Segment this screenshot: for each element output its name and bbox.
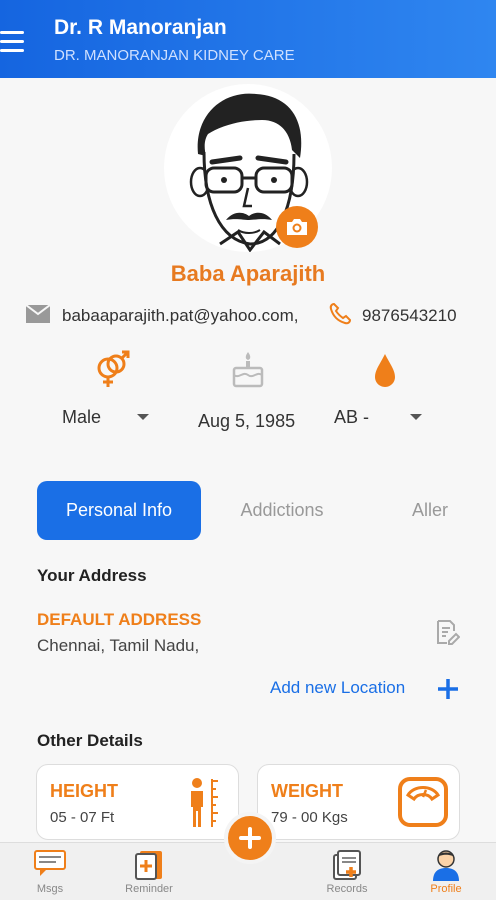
phone-row: 9876543210 — [328, 302, 457, 331]
clinic-name: DR. MANORANJAN KIDNEY CARE — [54, 47, 295, 64]
add-new-location-link[interactable]: Add new Location — [270, 678, 405, 698]
app-header: Dr. R Manoranjan DR. MANORANJAN KIDNEY C… — [0, 0, 496, 78]
weight-label: WEIGHT — [271, 781, 343, 801]
birthday-cake-icon — [230, 350, 266, 395]
edit-note-icon[interactable] — [434, 619, 461, 650]
height-value: 05 - 07 Ft — [50, 809, 115, 826]
blood-group-chevron-down-icon[interactable] — [410, 414, 422, 420]
gender-icon — [92, 350, 132, 395]
nav-item-profile[interactable]: Profile — [406, 843, 486, 900]
phone-icon — [328, 302, 352, 331]
email-row: babaaparajith.pat@yahoo.com, — [25, 303, 299, 329]
doctor-name: Dr. R Manoranjan — [54, 16, 227, 39]
tab-allergies[interactable]: Aller — [400, 481, 460, 540]
profile-icon — [431, 849, 461, 886]
phone-text: 9876543210 — [362, 306, 457, 325]
records-icon — [331, 849, 363, 886]
add-fab-button[interactable] — [224, 812, 276, 864]
dob-field[interactable]: Aug 5, 1985 — [198, 411, 295, 432]
address-section-title: Your Address — [37, 566, 147, 585]
weight-value: 79 - 00 Kgs — [271, 809, 348, 826]
other-details-section-title: Other Details — [37, 731, 143, 750]
height-card[interactable]: HEIGHT 05 - 07 Ft — [36, 764, 239, 840]
patient-name: Baba Aparajith — [170, 261, 326, 286]
height-measure-icon — [185, 777, 221, 834]
plus-icon[interactable] — [436, 677, 460, 706]
blood-group-dropdown[interactable]: AB - — [334, 407, 369, 428]
weight-card[interactable]: WEIGHT 79 - 00 Kgs — [257, 764, 460, 840]
default-address-label: DEFAULT ADDRESS — [37, 610, 202, 629]
tab-personal-info[interactable]: Personal Info — [37, 481, 201, 540]
nav-label-msgs: Msgs — [36, 883, 64, 895]
reminder-icon — [134, 849, 164, 886]
email-text: babaaparajith.pat@yahoo.com, — [62, 306, 299, 325]
weighing-scale-icon — [398, 777, 448, 832]
nav-label-reminder: Reminder — [125, 883, 173, 895]
camera-icon[interactable] — [276, 206, 318, 248]
tab-addictions[interactable]: Addictions — [222, 481, 342, 540]
nav-item-msgs[interactable]: Msgs — [10, 843, 90, 900]
nav-item-reminder[interactable]: Reminder — [109, 843, 189, 900]
hamburger-menu-icon[interactable] — [0, 28, 28, 58]
blood-drop-icon — [372, 350, 398, 395]
nav-label-records: Records — [326, 883, 368, 895]
gender-chevron-down-icon[interactable] — [137, 414, 149, 420]
height-label: HEIGHT — [50, 781, 119, 801]
gender-dropdown[interactable]: Male — [62, 407, 101, 428]
mail-icon — [25, 303, 51, 328]
message-icon — [34, 849, 66, 882]
address-text: Chennai, Tamil Nadu, — [37, 636, 200, 655]
nav-label-profile: Profile — [430, 883, 462, 895]
nav-item-records[interactable]: Records — [307, 843, 387, 900]
